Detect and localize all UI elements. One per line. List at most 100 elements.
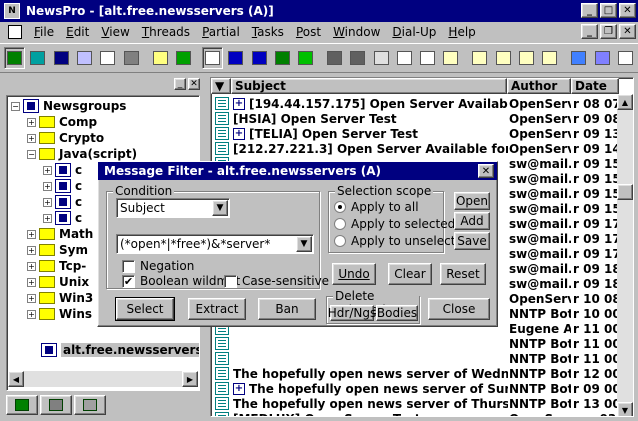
expand-icon[interactable]: + — [43, 181, 52, 191]
binoculars2-tool-icon[interactable] — [347, 47, 368, 69]
open-button[interactable]: Open — [454, 192, 490, 210]
tree-item[interactable]: + Crypto — [27, 130, 104, 146]
tab-archive[interactable] — [74, 395, 106, 415]
scroll-thumb[interactable] — [617, 184, 633, 200]
mark-tool-icon[interactable] — [272, 47, 293, 69]
save-button[interactable]: Save — [454, 232, 490, 250]
tree-item[interactable]: + Math — [27, 226, 93, 242]
case-box[interactable] — [224, 274, 237, 288]
collapse-icon[interactable]: − — [11, 101, 20, 111]
expand-icon[interactable]: + — [27, 245, 36, 255]
scroll-right-icon[interactable]: ▶ — [182, 371, 198, 387]
tree-horizontal-scrollbar[interactable]: ◀ ▶ — [8, 371, 198, 387]
message-row[interactable]: [212.27.221.3] Open Server Available for… — [211, 141, 633, 156]
sort-arrow-icon[interactable]: ▼ — [211, 78, 231, 94]
tab-tools[interactable] — [40, 395, 72, 415]
expand-tool-icon[interactable] — [248, 47, 269, 69]
tree-item[interactable]: + Tcp- — [27, 258, 86, 274]
expand-icon[interactable]: + — [43, 165, 52, 175]
dialup-tool-icon[interactable] — [615, 47, 636, 69]
message-row[interactable]: The hopefully open news server of Thursd… — [211, 396, 633, 411]
reply-tool-icon[interactable] — [493, 47, 514, 69]
menu-window[interactable]: Window — [327, 25, 386, 39]
add-button[interactable]: Add — [454, 212, 490, 230]
expand-icon[interactable]: + — [43, 197, 52, 207]
radio-icon[interactable] — [334, 201, 346, 213]
menu-file[interactable]: File — [28, 25, 60, 39]
expand-icon[interactable]: + — [27, 277, 36, 287]
menu-dialup[interactable]: Dial-Up — [386, 25, 442, 39]
message-row[interactable]: + [TELIA] Open Server Test OpenServ r 09 13… — [211, 126, 633, 141]
hdr-ngs-button[interactable]: Hdr/Ngs — [328, 305, 376, 321]
folder-tool-icon[interactable] — [149, 47, 170, 69]
menu-threads[interactable]: Threads — [136, 25, 196, 39]
tree-item[interactable]: + Wins — [27, 306, 92, 322]
message-row[interactable]: NNTP Bot <r 11 00: — [211, 336, 633, 351]
menu-post[interactable]: Post — [290, 25, 327, 39]
check-icon[interactable]: ✔ — [122, 274, 135, 288]
expand-icon[interactable]: + — [27, 117, 36, 127]
scope-radio-2[interactable]: Apply to unselected — [334, 234, 470, 248]
expand-thread-icon[interactable]: + — [233, 127, 245, 140]
threads-tool-icon[interactable] — [51, 47, 72, 69]
scroll-down-icon[interactable]: ▼ — [617, 402, 633, 416]
extract-button[interactable]: Extract — [188, 298, 246, 320]
tree-item[interactable]: + Comp — [27, 114, 97, 130]
connect-tool-icon[interactable] — [4, 47, 26, 69]
reset-button[interactable]: Reset — [440, 263, 486, 285]
undo-button[interactable]: Undo — [332, 263, 376, 285]
pane-close-button[interactable]: ✕ — [188, 78, 200, 90]
document-icon[interactable] — [8, 25, 22, 39]
chevron-down-icon[interactable]: ▼ — [296, 236, 312, 252]
boolean-wildmat-checkbox[interactable]: ✔ Boolean wildmat — [122, 274, 240, 288]
tree-item[interactable]: + c — [43, 162, 82, 178]
expand-icon[interactable]: + — [27, 229, 36, 239]
message-row[interactable]: The hopefully open news server of Wednes… — [211, 366, 633, 381]
column-subject[interactable]: Subject — [231, 78, 507, 94]
message-row[interactable]: [MEDLUX] Open Server Test OpenServ03: — [211, 411, 633, 416]
mail-tool-icon[interactable] — [469, 47, 490, 69]
search-tool-icon[interactable] — [120, 47, 141, 69]
delete-tool-icon[interactable] — [173, 47, 194, 69]
column-date[interactable]: Date — [571, 78, 619, 94]
field-select[interactable]: Subject ▼ — [116, 198, 230, 218]
message-row[interactable]: [HSIA] Open Server Test OpenServ r 09 08: — [211, 111, 633, 126]
pattern-input[interactable]: (*open*|*free*)&*server* ▼ — [116, 234, 314, 254]
expand-icon[interactable]: + — [43, 213, 52, 223]
globe-tool-icon[interactable] — [568, 47, 589, 69]
mdi-restore-button[interactable]: ❐ — [600, 24, 617, 39]
chevron-down-icon[interactable]: ▼ — [212, 200, 228, 216]
scroll-left-icon[interactable]: ◀ — [8, 371, 24, 387]
tree-item-selected[interactable]: alt.free.newsservers — [41, 342, 199, 358]
scope-radio-0[interactable]: Apply to all — [334, 200, 419, 214]
sort-tool-icon[interactable] — [225, 47, 246, 69]
tree-item[interactable]: − Java(script) — [27, 146, 137, 162]
close-button[interactable]: ✕ — [619, 3, 636, 18]
expand-thread-icon[interactable]: + — [233, 97, 245, 110]
scroll-up-icon[interactable]: ▲ — [617, 94, 633, 110]
mdi-minimize-button[interactable]: _ — [581, 24, 598, 39]
menu-tasks[interactable]: Tasks — [246, 25, 290, 39]
dialog-close-icon[interactable]: ✕ — [478, 164, 494, 178]
book-tool-icon[interactable] — [74, 47, 95, 69]
compose-tool-icon[interactable] — [539, 47, 560, 69]
maximize-button[interactable]: □ — [600, 3, 617, 18]
close-dialog-button[interactable]: Close — [428, 298, 490, 320]
message-vertical-scrollbar[interactable]: ▲ ▼ — [617, 94, 633, 416]
app-icon[interactable]: N — [4, 3, 20, 19]
tree-item[interactable]: + Unix — [27, 274, 89, 290]
negation-checkbox[interactable]: Negation — [122, 259, 194, 273]
message-row[interactable]: NNTP Bot <r 11 00: — [211, 351, 633, 366]
message-row[interactable]: + The hopefully open news server of Sunda… — [211, 381, 633, 396]
document-tool-icon[interactable] — [97, 47, 118, 69]
radio-icon[interactable] — [334, 235, 346, 247]
tree-item[interactable]: + c — [43, 178, 82, 194]
expand-thread-icon[interactable]: + — [233, 382, 245, 395]
pane-minimize-button[interactable]: _ — [174, 78, 186, 90]
calendar-tool-icon[interactable] — [394, 47, 415, 69]
filter-tool-icon[interactable] — [295, 47, 316, 69]
tab-newsgroups[interactable] — [6, 395, 38, 415]
expand-icon[interactable]: + — [27, 309, 36, 319]
menu-partial[interactable]: Partial — [196, 25, 246, 39]
mailbox-tool-icon[interactable] — [516, 47, 537, 69]
